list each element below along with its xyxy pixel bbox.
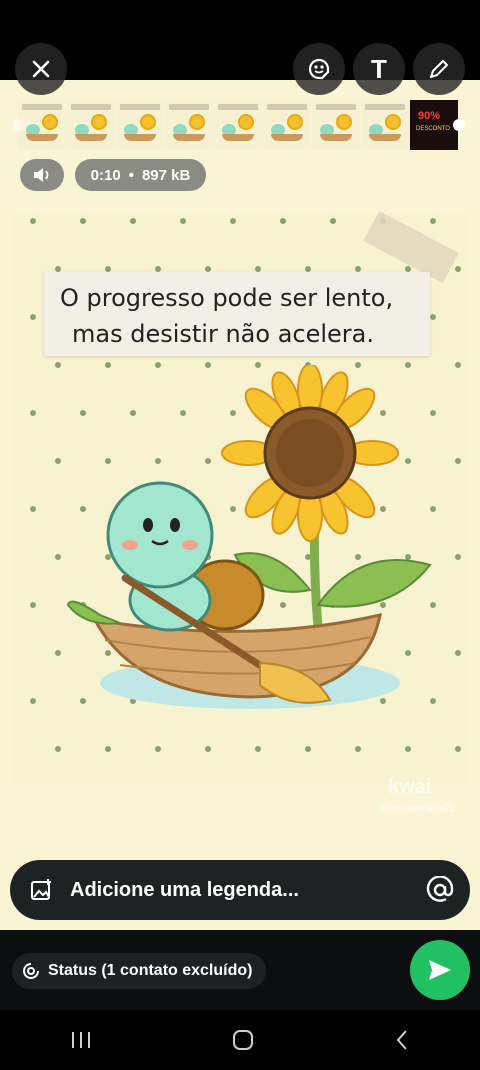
polka-dot: [355, 746, 361, 752]
trimmer-thumbnail-promo: 90% DESCONTO: [410, 100, 458, 150]
media-info-pill: 0:10 • 897 kB: [75, 159, 206, 191]
polka-dot: [130, 218, 136, 224]
polka-dot: [180, 218, 186, 224]
separator: •: [128, 166, 134, 184]
polka-dot: [455, 746, 461, 752]
close-button[interactable]: [15, 43, 67, 95]
at-icon[interactable]: [426, 876, 454, 904]
text-tool-button[interactable]: T: [353, 43, 405, 95]
trimmer-thumbnail: [263, 100, 311, 150]
trimmer-thumbnail: [67, 100, 115, 150]
recent-apps-icon[interactable]: [70, 1030, 92, 1050]
add-image-icon[interactable]: [30, 878, 54, 902]
send-icon: [429, 960, 451, 980]
polka-dot: [155, 746, 161, 752]
polka-dot: [105, 746, 111, 752]
trimmer-thumbnail: [18, 100, 66, 150]
system-nav-bar: [0, 1010, 480, 1070]
polka-dot: [280, 218, 286, 224]
polka-dot: [30, 410, 36, 416]
quote-line-1: O progresso pode ser lento,: [60, 284, 394, 312]
send-button[interactable]: [410, 940, 470, 1000]
trimmer-thumbnail: [116, 100, 164, 150]
trim-handle-left[interactable]: [12, 119, 24, 131]
text-icon: T: [371, 53, 387, 84]
polka-dot: [405, 746, 411, 752]
polka-dot: [330, 218, 336, 224]
duration-label: 0:10: [90, 166, 121, 184]
size-label: 897 kB: [141, 166, 191, 184]
video-trimmer[interactable]: 90% DESCONTO: [18, 100, 462, 150]
close-icon: [32, 60, 50, 78]
trimmer-thumbnail: [165, 100, 213, 150]
speaker-icon: [34, 168, 49, 182]
polka-dot: [430, 218, 436, 224]
polka-dot: [30, 506, 36, 512]
polka-dot: [30, 602, 36, 608]
trimmer-thumbnail: [214, 100, 262, 150]
sticker-button[interactable]: [293, 43, 345, 95]
polka-dot: [455, 266, 461, 272]
mute-button[interactable]: [20, 159, 64, 191]
trim-handle-right[interactable]: [453, 119, 465, 131]
back-icon[interactable]: [394, 1029, 410, 1051]
trimmer-thumbnail: [361, 100, 409, 150]
caption-bar[interactable]: Adicione uma legenda...: [10, 860, 470, 920]
turtle-head: [106, 481, 214, 589]
watermark-username: @Pensadoraliud21: [378, 803, 455, 813]
caption-input[interactable]: Adicione uma legenda...: [70, 879, 426, 902]
polka-dot: [230, 218, 236, 224]
polka-dot: [455, 362, 461, 368]
status-audience-chip[interactable]: Status (1 contato excluído): [12, 953, 267, 989]
polka-dot: [305, 746, 311, 752]
status-label: Status (1 contato excluído): [48, 962, 253, 979]
polka-dot: [55, 746, 61, 752]
polka-dot: [455, 650, 461, 656]
polka-dot: [30, 698, 36, 704]
polka-dot: [80, 218, 86, 224]
trimmer-thumbnail: [312, 100, 360, 150]
home-icon[interactable]: [232, 1029, 254, 1051]
polka-dot: [455, 458, 461, 464]
polka-dot: [30, 314, 36, 320]
polka-dot: [30, 218, 36, 224]
polka-dot: [205, 746, 211, 752]
turtle-sunflower-illustration: [66, 365, 432, 709]
status-icon: [23, 963, 39, 979]
sticker-icon: [308, 58, 330, 80]
top-bar: [0, 0, 480, 80]
sunflower-leaf: [316, 559, 432, 608]
kwai-watermark: kwai: [388, 776, 432, 798]
pen-icon: [430, 60, 448, 78]
draw-button[interactable]: [413, 43, 465, 95]
quote-line-2: mas desistir não acelera.: [72, 320, 375, 348]
polka-dot: [455, 554, 461, 560]
polka-dot: [255, 746, 261, 752]
